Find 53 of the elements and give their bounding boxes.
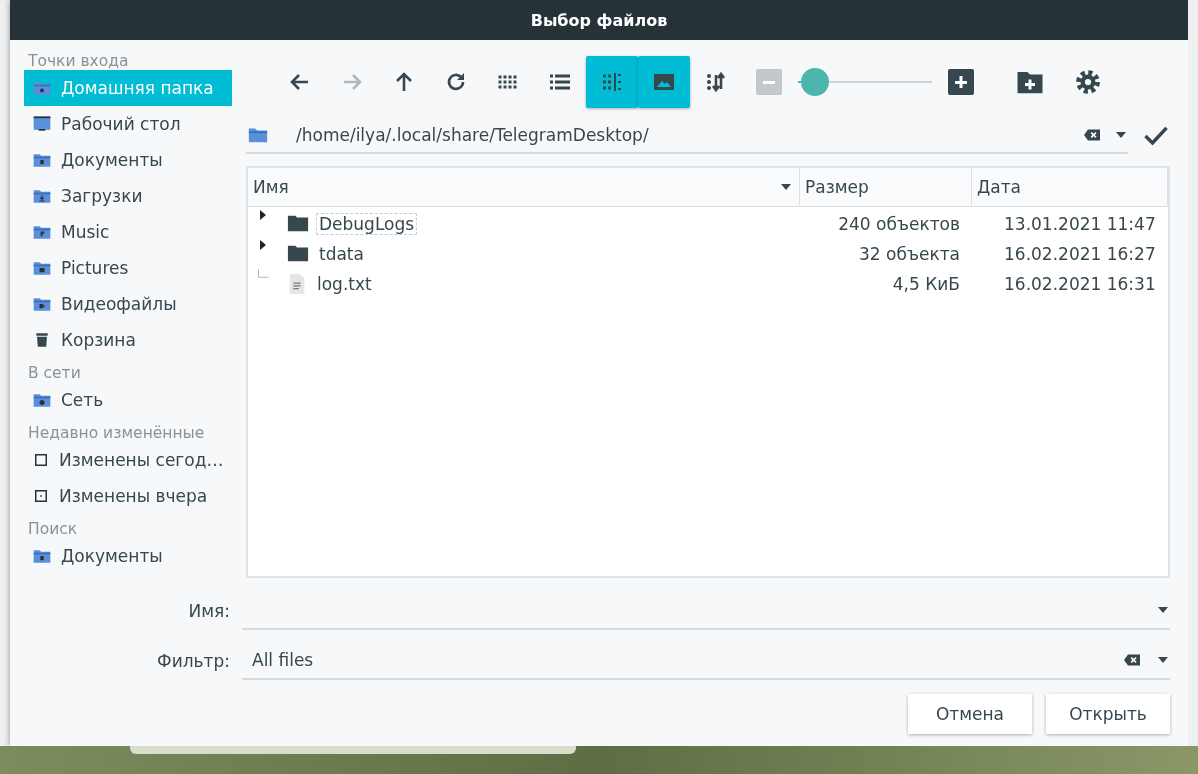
clear-button[interactable] (1082, 127, 1102, 143)
dialog-button[interactable]: Открыть (1046, 694, 1170, 734)
sidebar-item[interactable]: Документы (24, 142, 232, 178)
date-cell-text: 16.02.2021 16:31 (1003, 274, 1157, 294)
sidebar-item[interactable]: Видеофайлы (24, 286, 232, 322)
plus-icon (955, 76, 967, 88)
column-header[interactable]: Размер (800, 168, 972, 206)
sidebar-item[interactable]: Music (24, 214, 232, 250)
sidebar-item[interactable]: Сеть (24, 382, 232, 418)
minus-icon (763, 80, 775, 84)
path-input[interactable]: /home/ilya/.local/share/TelegramDesktop/ (294, 124, 1070, 146)
file-name[interactable]: DebugLogs (316, 213, 418, 235)
date-cell-text: 13.01.2021 11:47 (1003, 214, 1157, 234)
columns-icon (600, 70, 624, 94)
monitor-icon (32, 114, 52, 134)
column-header[interactable]: Имя (248, 168, 800, 206)
sidebar-item[interactable]: Изменены сегод… (24, 442, 232, 478)
path-field[interactable]: /home/ilya/.local/share/TelegramDesktop/ (246, 118, 1128, 154)
filter-input[interactable]: All files (250, 649, 1108, 671)
sidebar-section-title: Поиск (27, 519, 79, 538)
name-label: Имя: (187, 601, 231, 621)
size-cell-text: 240 объектов (837, 214, 961, 234)
sidebar-item[interactable]: Рабочий стол (24, 106, 232, 142)
square-icon (32, 451, 50, 469)
column-header[interactable]: Дата (972, 168, 1168, 206)
backspace-icon (1122, 652, 1142, 668)
date-cell-text: 16.02.2021 16:27 (1003, 244, 1157, 264)
sort-icon (704, 70, 728, 94)
sidebar-section-title: В сети (27, 363, 82, 382)
sidebar-item[interactable]: Pictures (24, 250, 232, 286)
clear-button[interactable] (1122, 652, 1142, 668)
size-cell-text: 4,5 КиБ (891, 274, 961, 294)
file-name[interactable]: log.txt (314, 273, 375, 295)
tree-line-icon (258, 269, 269, 278)
settings-icon (1073, 67, 1103, 97)
sidebar-section-title: Недавно изменённые (27, 423, 206, 442)
backspace-icon (1082, 127, 1102, 143)
sidebar-item[interactable]: Загрузки (24, 178, 232, 214)
zoom-in-button[interactable] (948, 69, 974, 95)
filter-label: Фильтр: (156, 651, 231, 671)
slider-thumb[interactable] (801, 68, 830, 96)
dotted-square-icon (32, 487, 50, 505)
toolbar-button[interactable] (638, 56, 690, 108)
sidebar-item[interactable]: Изменены вчера (24, 478, 232, 514)
dialog-button[interactable]: Отмена (908, 694, 1032, 734)
toolbar-button[interactable] (586, 56, 638, 108)
window-title: Выбор файлов (10, 0, 1188, 40)
size-cell-text: 32 объекта (858, 244, 961, 264)
sidebar-item[interactable]: Корзина (24, 322, 232, 358)
filter-field[interactable]: All files (242, 642, 1170, 680)
sidebar-section-title: Точки входа (27, 51, 130, 70)
sidebar-item[interactable]: Документы (24, 538, 232, 574)
file-name[interactable]: tdata (316, 243, 367, 265)
